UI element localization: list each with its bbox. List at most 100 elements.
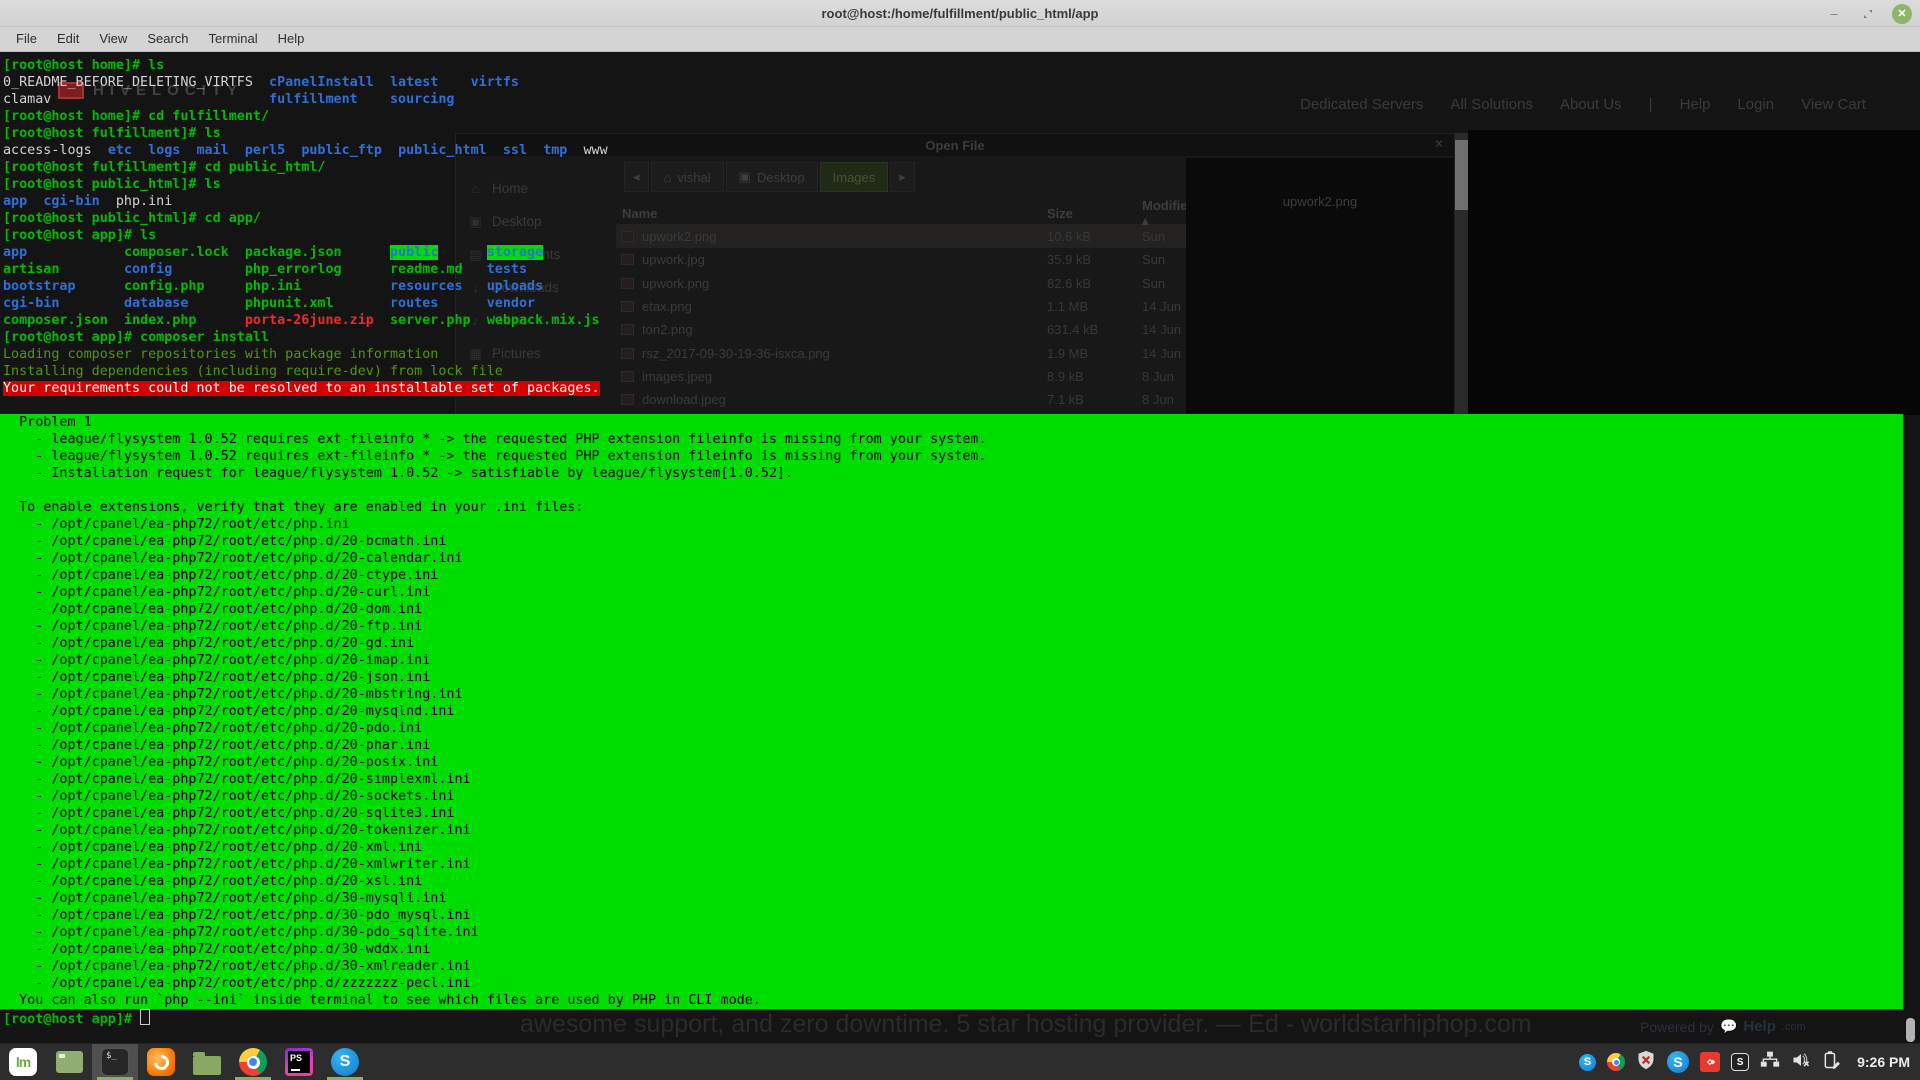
composer-error-block: Problem 1 - league/flysystem 1.0.52 requ…	[0, 414, 1903, 1009]
skype-tray-icon[interactable]: S	[1667, 1051, 1689, 1073]
taskbar-clock[interactable]: 9:26 PM	[1857, 1054, 1910, 1070]
menu-item-terminal[interactable]: Terminal	[199, 27, 268, 51]
minimize-button[interactable]: –	[1824, 4, 1844, 24]
taskbar-app-launchers: lm $_ PS S	[0, 1044, 368, 1080]
composer-problem-line: - /opt/cpanel/ea-php72/root/etc/php.d/20…	[0, 873, 1903, 890]
terminal-line: [root@host app]# ls	[3, 227, 1903, 244]
taskbar: lm $_ PS S S S S 9:26 PM	[0, 1043, 1920, 1080]
terminal-line: [root@host app]# composer install	[3, 329, 1903, 346]
composer-problem-line: Problem 1	[0, 414, 1903, 431]
terminal-menubar: FileEditViewSearchTerminalHelp	[0, 27, 1920, 52]
menu-item-edit[interactable]: Edit	[47, 27, 89, 51]
composer-problem-line: - league/flysystem 1.0.52 requires ext-f…	[0, 431, 1903, 448]
shell-prompt: [root@host app]#	[3, 1012, 140, 1027]
composer-problem-line: - league/flysystem 1.0.52 requires ext-f…	[0, 448, 1903, 465]
composer-problem-line: - /opt/cpanel/ea-php72/root/etc/php.d/20…	[0, 856, 1903, 873]
composer-problem-line: - /opt/cpanel/ea-php72/root/etc/php.d/20…	[0, 584, 1903, 601]
composer-problem-line: - /opt/cpanel/ea-php72/root/etc/php.ini	[0, 516, 1903, 533]
terminal-line: [root@host public_html]# ls	[3, 176, 1903, 193]
phpstorm-inner: PS	[288, 1051, 310, 1073]
menu-item-help[interactable]: Help	[268, 27, 315, 51]
terminal-line: [root@host fulfillment]# ls	[3, 125, 1903, 142]
composer-problem-line: - /opt/cpanel/ea-php72/root/etc/php.d/20…	[0, 550, 1903, 567]
input-method-tray-icon[interactable]: S	[1731, 1053, 1749, 1071]
skype-tray-mini-icon[interactable]: S	[1579, 1054, 1596, 1071]
terminal-line: Your requirements could not be resolved …	[3, 380, 1903, 397]
anydesk-tray-icon[interactable]	[1700, 1052, 1720, 1072]
taskbar-phpstorm[interactable]: PS	[276, 1044, 322, 1080]
restore-button[interactable]	[1858, 4, 1878, 24]
skype-icon: S	[331, 1048, 359, 1076]
composer-problem-line: - /opt/cpanel/ea-php72/root/etc/php.d/zz…	[0, 975, 1903, 992]
chrome-tray-icon[interactable]	[1607, 1053, 1625, 1071]
terminal-line: bootstrap config.php php.ini resources u…	[3, 278, 1903, 295]
desktop-screen: root@host:/home/fulfillment/public_html/…	[0, 0, 1920, 1080]
phpstorm-icon: PS	[285, 1048, 313, 1076]
terminal-prompt-line[interactable]: [root@host app]#	[3, 1009, 1903, 1026]
taskbar-mint-menu[interactable]: lm	[0, 1044, 46, 1080]
terminal-line: app cgi-bin php.ini	[3, 193, 1903, 210]
terminal-line: [root@host public_html]# cd app/	[3, 210, 1903, 227]
terminal-line: clamav fulfillment sourcing	[3, 91, 1903, 108]
composer-problem-line: - /opt/cpanel/ea-php72/root/etc/php.d/30…	[0, 924, 1903, 941]
menu-item-file[interactable]: File	[6, 27, 47, 51]
firefox-icon	[147, 1048, 175, 1076]
taskbar-files[interactable]	[184, 1044, 230, 1080]
terminal-body[interactable]: HIVELOCITY Dedicated ServersAll Solution…	[0, 52, 1920, 1043]
composer-problem-line: To enable extensions, verify that they a…	[0, 499, 1903, 516]
battery-edit-glyph	[1822, 1050, 1842, 1070]
network-glyph	[1760, 1050, 1780, 1070]
taskbar-skype[interactable]: S	[322, 1044, 368, 1080]
network-tray-icon[interactable]	[1760, 1050, 1780, 1075]
shield-x-glyph	[1636, 1050, 1656, 1070]
composer-problem-line: - /opt/cpanel/ea-php72/root/etc/php.d/20…	[0, 737, 1903, 754]
taskbar-chrome[interactable]	[230, 1044, 276, 1080]
composer-problem-line: - /opt/cpanel/ea-php72/root/etc/php.d/20…	[0, 669, 1903, 686]
composer-problem-line	[0, 482, 1903, 499]
mint-menu-icon: lm	[9, 1048, 37, 1076]
terminal-line: [root@host home]# ls	[3, 57, 1903, 74]
terminal-line: [root@host fulfillment]# cd public_html/	[3, 159, 1903, 176]
battery-tray-icon[interactable]	[1822, 1050, 1842, 1075]
composer-problem-line: - /opt/cpanel/ea-php72/root/etc/php.d/20…	[0, 618, 1903, 635]
muted-speaker-glyph	[1791, 1050, 1811, 1070]
composer-problem-line: - /opt/cpanel/ea-php72/root/etc/php.d/20…	[0, 533, 1903, 550]
terminal-line: artisan config php_errorlog readme.md te…	[3, 261, 1903, 278]
close-button[interactable]: ✕	[1892, 4, 1912, 24]
composer-problem-line: - /opt/cpanel/ea-php72/root/etc/php.d/20…	[0, 771, 1903, 788]
file-manager-icon	[193, 1056, 221, 1075]
composer-problem-line: You can also run `php --ini` inside term…	[0, 992, 1903, 1009]
terminal-line: cgi-bin database phpunit.xml routes vend…	[3, 295, 1903, 312]
terminal-titlebar[interactable]: root@host:/home/fulfillment/public_html/…	[0, 0, 1920, 27]
volume-muted-tray-icon[interactable]	[1791, 1050, 1811, 1075]
terminal-line: Loading composer repositories with packa…	[3, 346, 1903, 363]
taskbar-show-desktop[interactable]	[46, 1044, 92, 1080]
composer-problem-line: - /opt/cpanel/ea-php72/root/etc/php.d/30…	[0, 907, 1903, 924]
composer-problem-line: - /opt/cpanel/ea-php72/root/etc/php.d/20…	[0, 822, 1903, 839]
composer-problem-line: - /opt/cpanel/ea-php72/root/etc/php.d/20…	[0, 720, 1903, 737]
security-shield-icon[interactable]	[1636, 1050, 1656, 1075]
taskbar-terminal[interactable]: $_	[92, 1044, 138, 1080]
composer-problem-line: - Installation request for league/flysys…	[0, 465, 1903, 482]
composer-problem-line: - /opt/cpanel/ea-php72/root/etc/php.d/20…	[0, 703, 1903, 720]
terminal-line: composer.json index.php porta-26june.zip…	[3, 312, 1903, 329]
composer-problem-line: - /opt/cpanel/ea-php72/root/etc/php.d/20…	[0, 635, 1903, 652]
restore-icon	[1862, 8, 1874, 20]
chrome-icon	[239, 1048, 267, 1076]
composer-problem-line: - /opt/cpanel/ea-php72/root/etc/php.d/20…	[0, 567, 1903, 584]
terminal-line: access-logs etc logs mail perl5 public_f…	[3, 142, 1903, 159]
composer-problem-line: - /opt/cpanel/ea-php72/root/etc/php.d/20…	[0, 652, 1903, 669]
chrome-center	[247, 1056, 260, 1069]
composer-problem-line: - /opt/cpanel/ea-php72/root/etc/php.d/20…	[0, 686, 1903, 703]
menu-item-search[interactable]: Search	[137, 27, 198, 51]
show-desktop-icon	[56, 1051, 83, 1073]
composer-problem-line: - /opt/cpanel/ea-php72/root/etc/php.d/20…	[0, 805, 1903, 822]
menu-item-view[interactable]: View	[89, 27, 137, 51]
terminal-line: Installing dependencies (including requi…	[3, 363, 1903, 380]
chrome-center	[1612, 1058, 1620, 1066]
taskbar-firefox[interactable]	[138, 1044, 184, 1080]
terminal-line: app composer.lock package.json public st…	[3, 244, 1903, 261]
terminal-icon: $_	[101, 1048, 129, 1076]
terminal-line: [root@host home]# cd fulfillment/	[3, 108, 1903, 125]
anydesk-glyph	[1703, 1055, 1717, 1069]
